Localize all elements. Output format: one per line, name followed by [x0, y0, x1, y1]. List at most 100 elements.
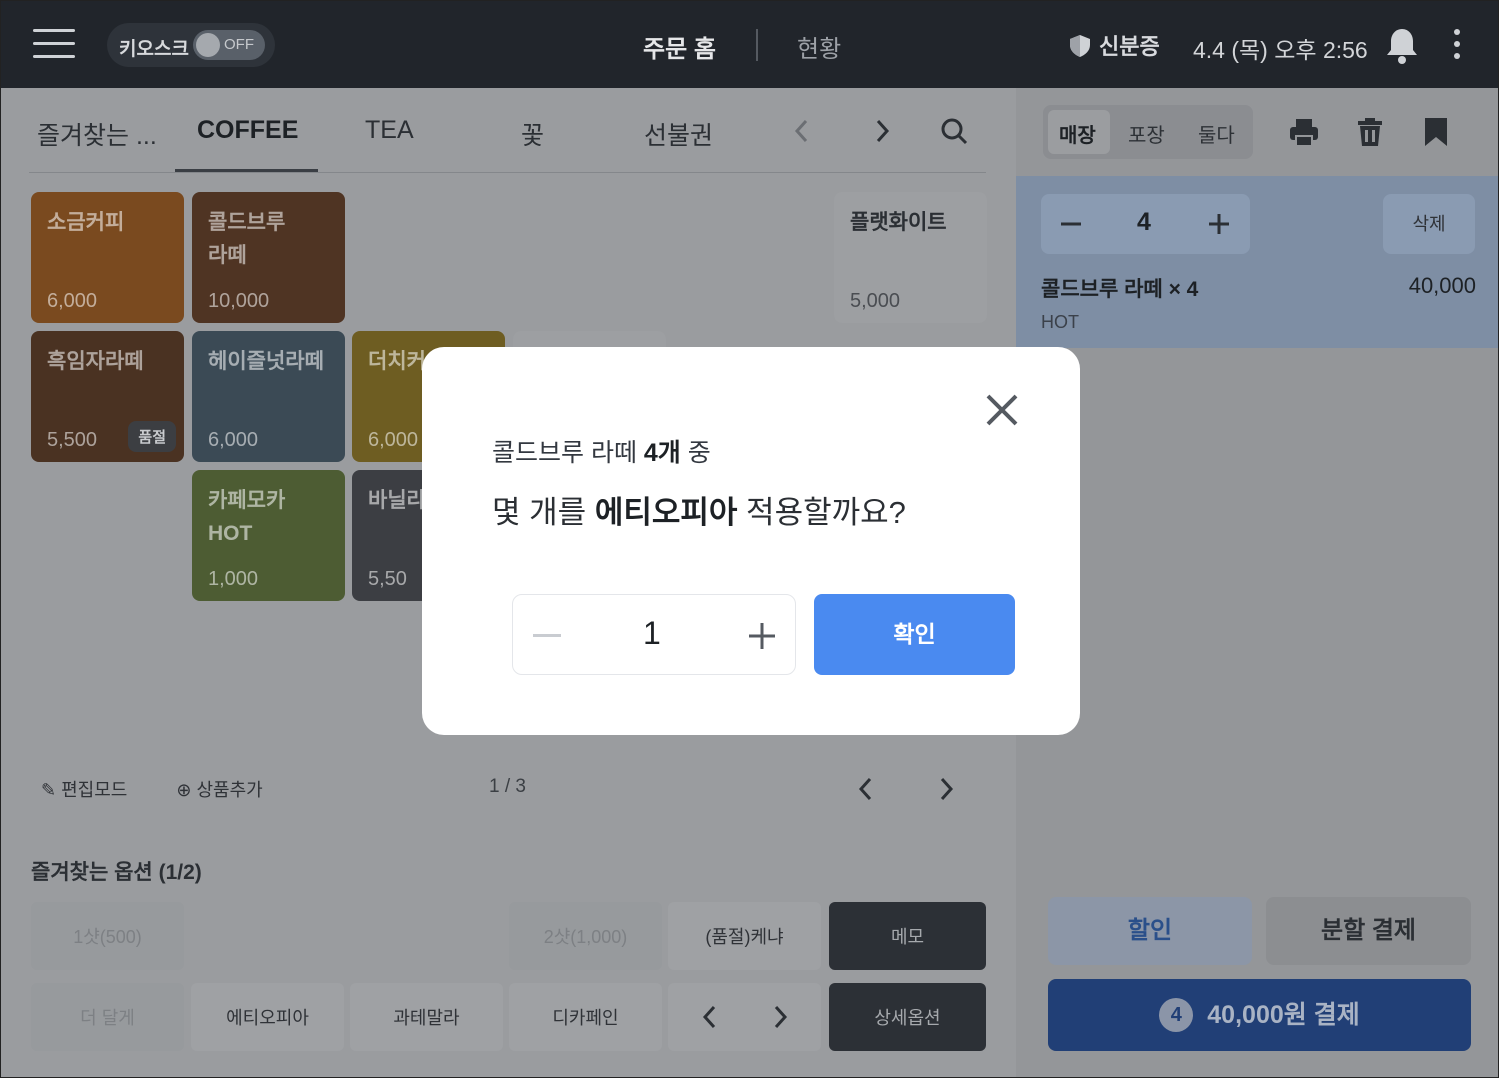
- id-card-label: 신분증: [1099, 34, 1160, 59]
- product-price: 6,000: [208, 429, 259, 451]
- cart-item-name: 콜드브루 라떼 × 4: [1041, 278, 1199, 301]
- cart-item-option: HOT: [1041, 312, 1079, 332]
- product-price: 6,000: [47, 290, 98, 312]
- top-bar: 키오스크 OFF 주문 홈 현황 신분증 4.4 (목) 오후 2:56: [1, 1, 1498, 88]
- close-icon[interactable]: [984, 392, 1020, 428]
- page-indicator: 1 / 3: [489, 776, 526, 797]
- nav-status[interactable]: 현황: [797, 29, 841, 64]
- add-product-button[interactable]: ⊕ 상품추가: [176, 780, 284, 800]
- toggle-state: OFF: [224, 36, 254, 53]
- segment-dine-in[interactable]: 매장: [1059, 119, 1096, 148]
- toggle-knob: [196, 33, 220, 57]
- pay-button[interactable]: 4 40,000원 결제: [1048, 979, 1471, 1051]
- dialog-item-name: 콜드브루 라떼: [492, 439, 637, 467]
- trash-icon[interactable]: [1354, 116, 1386, 148]
- quantity-stepper: 4: [1041, 194, 1250, 254]
- delete-button[interactable]: 삭제: [1383, 194, 1475, 254]
- dialog-question: 몇 개를 에티오피아 적용할까요?: [492, 487, 906, 532]
- chevron-left-icon[interactable]: [851, 774, 881, 804]
- option-button[interactable]: 더 달게: [31, 983, 184, 1051]
- order-panel: 매장 포장 둘다 4 삭제 콜드브루 라떼 × 4 40,000 HOT 할인 …: [1016, 88, 1498, 1077]
- cart-item[interactable]: 4 삭제 콜드브루 라떼 × 4 40,000 HOT: [1016, 176, 1498, 348]
- question-suffix: 적용할까요?: [746, 495, 906, 530]
- minus-icon[interactable]: [533, 634, 561, 637]
- segment-both[interactable]: 둘다: [1198, 119, 1235, 148]
- chevron-left-icon[interactable]: [695, 1002, 725, 1032]
- dialog-subtitle: 콜드브루 라떼 4개 중: [492, 433, 711, 469]
- edit-toolbar: ✎ 편집모드 ⊕ 상품추가: [41, 776, 307, 802]
- tab-favorites[interactable]: 즐겨찾는 ...: [37, 116, 157, 152]
- nav-order-home[interactable]: 주문 홈: [643, 29, 716, 64]
- discount-button[interactable]: 할인: [1048, 897, 1252, 965]
- datetime: 4.4 (목) 오후 2:56: [1193, 37, 1368, 63]
- product-price: 1,000: [208, 568, 259, 590]
- product-name: 콜드브루 라떼: [208, 211, 286, 267]
- product-tile[interactable]: 소금커피 6,000: [31, 192, 184, 323]
- chevron-right-icon[interactable]: [867, 116, 897, 146]
- edit-mode-label: 편집모드: [61, 780, 128, 800]
- printer-icon[interactable]: [1288, 116, 1320, 148]
- search-icon[interactable]: [939, 116, 969, 146]
- more-icon[interactable]: [1451, 29, 1463, 61]
- sold-out-badge: 품절: [128, 421, 176, 452]
- product-tile[interactable]: 흑임자라떼 5,500 품절: [31, 331, 184, 462]
- confirm-button[interactable]: 확인: [814, 594, 1015, 675]
- product-tile[interactable]: 콜드브루 라떼 10,000: [192, 192, 345, 323]
- product-tile[interactable]: 플랫화이트 5,000: [834, 192, 987, 323]
- option-button[interactable]: (품절)케냐: [668, 902, 821, 970]
- tab-coffee[interactable]: COFFEE: [197, 116, 298, 145]
- category-tabs: 즐겨찾는 ... COFFEE TEA 꽃 선불권: [1, 88, 1016, 174]
- nav-divider: [756, 29, 758, 61]
- kiosk-toggle-pill: 키오스크 OFF: [107, 23, 275, 67]
- product-name: 흑임자라떼: [47, 350, 144, 373]
- memo-button[interactable]: 메모: [829, 902, 986, 970]
- tab-tea[interactable]: TEA: [365, 116, 414, 145]
- product-name: 헤이즐넛라떼: [208, 350, 324, 373]
- id-card-button[interactable]: 신분증: [1069, 29, 1160, 61]
- segment-takeout[interactable]: 포장: [1128, 119, 1165, 148]
- pay-label: 40,000원 결제: [1207, 1001, 1360, 1029]
- chevron-left-icon[interactable]: [787, 116, 817, 146]
- app-window: 키오스크 OFF 주문 홈 현황 신분증 4.4 (목) 오후 2:56 즐겨찾…: [0, 0, 1499, 1078]
- split-payment-button[interactable]: 분할 결제: [1266, 897, 1471, 965]
- option-button[interactable]: 2샷(1,000): [509, 902, 662, 970]
- bookmark-icon[interactable]: [1420, 116, 1452, 148]
- pay-count-badge: 4: [1159, 998, 1194, 1032]
- product-price: 5,500: [47, 429, 98, 451]
- detail-options-button[interactable]: 상세옵션: [829, 983, 986, 1051]
- plus-icon[interactable]: [747, 621, 777, 651]
- product-price: 5,000: [850, 290, 901, 312]
- kiosk-toggle[interactable]: OFF: [193, 30, 265, 60]
- cart-item-price: 40,000: [1408, 273, 1476, 298]
- plus-icon[interactable]: [1205, 210, 1233, 238]
- product-name: 플랫화이트: [850, 211, 947, 234]
- option-button[interactable]: 디카페인: [509, 983, 662, 1051]
- option-button[interactable]: 에티오피아: [191, 983, 344, 1051]
- order-type-segment: 매장 포장 둘다: [1043, 105, 1253, 159]
- product-name: 소금커피: [47, 211, 125, 234]
- shield-icon: [1070, 35, 1090, 57]
- quantity-value: 4: [1137, 208, 1151, 236]
- product-tile[interactable]: 헤이즐넛라떼 6,000: [192, 331, 345, 462]
- edit-mode-button[interactable]: ✎ 편집모드: [41, 780, 149, 800]
- product-price: 10,000: [208, 290, 270, 312]
- question-option: 에티오피아: [594, 495, 738, 530]
- product-price: 5,50: [368, 568, 407, 590]
- option-button[interactable]: 과테말라: [350, 983, 503, 1051]
- minus-icon[interactable]: [1057, 210, 1085, 238]
- chevron-right-icon[interactable]: [765, 1002, 795, 1032]
- quantity-dialog: 콜드브루 라떼 4개 중 몇 개를 에티오피아 적용할까요? 1 확인: [422, 347, 1080, 735]
- menu-icon[interactable]: [33, 29, 75, 59]
- add-product-label: 상품추가: [196, 780, 263, 800]
- question-prefix: 몇 개를: [492, 495, 587, 530]
- chevron-right-icon[interactable]: [931, 774, 961, 804]
- tabs-divider: [29, 172, 986, 173]
- option-button[interactable]: 1샷(500): [31, 902, 184, 970]
- product-tile[interactable]: 카페모카 HOT 1,000: [192, 470, 345, 601]
- kiosk-label: 키오스크: [119, 39, 189, 60]
- dialog-sub-suffix: 중: [687, 439, 711, 467]
- tab-flower[interactable]: 꽃: [521, 116, 544, 152]
- dialog-item-count: 4개: [643, 439, 681, 467]
- bell-icon[interactable]: [1385, 25, 1419, 65]
- tab-prepaid[interactable]: 선불권: [644, 116, 713, 152]
